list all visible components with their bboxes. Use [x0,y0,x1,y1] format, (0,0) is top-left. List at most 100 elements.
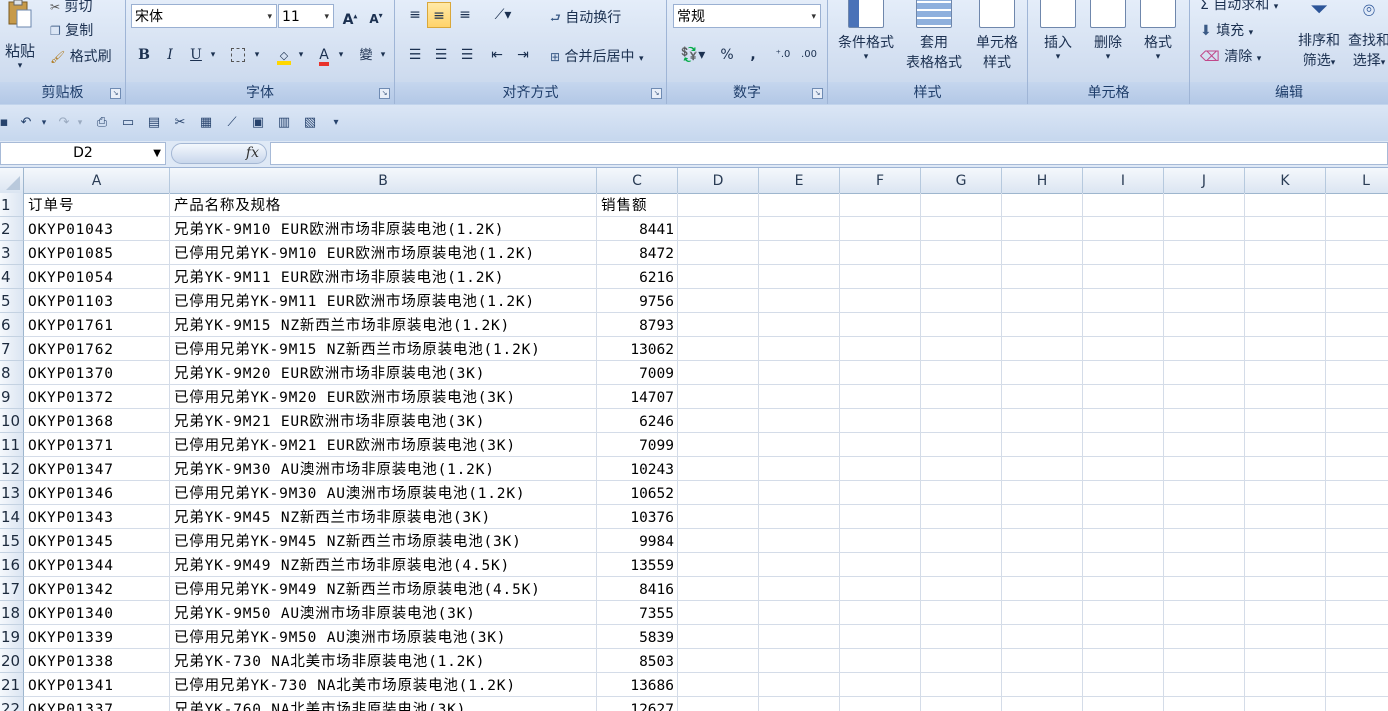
borders-button[interactable] [226,42,250,68]
row-header[interactable]: 12 [0,457,24,481]
cell-f[interactable] [840,409,921,433]
cell-j[interactable] [1164,193,1245,217]
cell-l[interactable] [1326,625,1388,649]
cell-c[interactable]: 9984 [597,529,678,553]
cell-c[interactable]: 10376 [597,505,678,529]
cell-h[interactable] [1002,457,1083,481]
formula-input[interactable] [270,142,1388,165]
cell-l[interactable] [1326,553,1388,577]
font-color-button[interactable]: A [312,42,336,68]
cell-k[interactable] [1245,385,1326,409]
phonetic-button[interactable]: 變 [354,42,378,68]
cell-h[interactable] [1002,433,1083,457]
cell-i[interactable] [1083,265,1164,289]
insert-button[interactable]: 插入 ▾ [1034,0,1082,62]
find-select-button[interactable]: ⌾ 查找和 选择▾ [1346,0,1388,70]
cell-a[interactable]: OKYP01345 [24,529,170,553]
cell-f[interactable] [840,361,921,385]
cell-i[interactable] [1083,337,1164,361]
cell-f[interactable] [840,505,921,529]
sort-filter-button[interactable]: ⏷ 排序和 筛选▾ [1294,0,1344,70]
cell-a[interactable]: OKYP01347 [24,457,170,481]
cell-i[interactable] [1083,625,1164,649]
cell-l[interactable] [1326,601,1388,625]
cell-k[interactable] [1245,697,1326,711]
cell-i[interactable] [1083,217,1164,241]
align-center-button[interactable]: ☰ [429,42,453,68]
cell-j[interactable] [1164,601,1245,625]
clipboard-launcher-icon[interactable]: ↘ [110,88,121,99]
cell-j[interactable] [1164,673,1245,697]
cell-j[interactable] [1164,313,1245,337]
column-header-b[interactable]: B [170,168,597,193]
cell-j[interactable] [1164,481,1245,505]
number-launcher-icon[interactable]: ↘ [812,88,823,99]
cell-a[interactable]: OKYP01370 [24,361,170,385]
cell-g[interactable] [921,409,1002,433]
name-box[interactable]: D2 ▼ [0,142,166,165]
chevron-down-icon[interactable]: ▾ [206,42,220,68]
cell-k[interactable] [1245,337,1326,361]
cell-l[interactable] [1326,193,1388,217]
cell-a[interactable]: 订单号 [24,193,170,217]
cell-e[interactable] [759,601,840,625]
cell-a[interactable]: OKYP01103 [24,289,170,313]
cell-f[interactable] [840,193,921,217]
screenshot-icon[interactable]: ▧ [302,115,318,131]
merge-center-button[interactable]: ⊞ 合并后居中 ▾ [550,46,644,66]
cell-k[interactable] [1245,361,1326,385]
cell-g[interactable] [921,385,1002,409]
column-header-k[interactable]: K [1245,168,1326,193]
cell-f[interactable] [840,673,921,697]
percent-button[interactable]: % [715,42,739,68]
cell-j[interactable] [1164,433,1245,457]
cell-k[interactable] [1245,673,1326,697]
increase-indent-button[interactable]: ⇥ [511,42,535,68]
cell-d[interactable] [678,625,759,649]
cell-a[interactable]: OKYP01341 [24,673,170,697]
cell-h[interactable] [1002,313,1083,337]
cell-i[interactable] [1083,457,1164,481]
cell-a[interactable]: OKYP01344 [24,553,170,577]
cell-k[interactable] [1245,313,1326,337]
cell-g[interactable] [921,577,1002,601]
cell-i[interactable] [1083,481,1164,505]
cell-c[interactable]: 14707 [597,385,678,409]
cell-a[interactable]: OKYP01337 [24,697,170,711]
row-header[interactable]: 7 [0,337,24,361]
grow-font-button[interactable]: A▴ [338,3,362,29]
cell-a[interactable]: OKYP01338 [24,649,170,673]
cell-g[interactable] [921,601,1002,625]
cell-k[interactable] [1245,193,1326,217]
cell-g[interactable] [921,697,1002,711]
delete-button[interactable]: 删除 ▾ [1084,0,1132,62]
cell-l[interactable] [1326,457,1388,481]
cell-i[interactable] [1083,673,1164,697]
cell-b[interactable]: 已停用兄弟YK-730 NA北美市场原装电池(1.2K) [170,673,597,697]
cell-i[interactable] [1083,313,1164,337]
number-format-select[interactable]: 常规 ▾ [673,4,821,28]
cell-b[interactable]: 兄弟YK-9M15 NZ新西兰市场非原装电池(1.2K) [170,313,597,337]
cell-g[interactable] [921,529,1002,553]
chevron-down-icon[interactable]: ▾ [36,115,52,131]
cell-b[interactable]: 兄弟YK-9M49 NZ新西兰市场非原装电池(4.5K) [170,553,597,577]
cell-h[interactable] [1002,673,1083,697]
cell-j[interactable] [1164,649,1245,673]
cell-d[interactable] [678,217,759,241]
cell-d[interactable] [678,193,759,217]
cell-b[interactable]: 已停用兄弟YK-9M21 EUR欧洲市场原装电池(3K) [170,433,597,457]
cell-b[interactable]: 兄弟YK-760 NA北美市场非原装电池(3K) [170,697,597,711]
cell-i[interactable] [1083,697,1164,711]
cell-d[interactable] [678,529,759,553]
cell-i[interactable] [1083,505,1164,529]
paste-button[interactable]: 粘贴 ▾ [0,0,40,78]
cell-c[interactable]: 13062 [597,337,678,361]
bold-button[interactable]: B [132,42,156,68]
cell-j[interactable] [1164,457,1245,481]
cell-k[interactable] [1245,601,1326,625]
italic-button[interactable]: I [158,42,182,68]
cell-a[interactable]: OKYP01342 [24,577,170,601]
cell-g[interactable] [921,217,1002,241]
cell-l[interactable] [1326,409,1388,433]
cell-b[interactable]: 兄弟YK-730 NA北美市场非原装电池(1.2K) [170,649,597,673]
